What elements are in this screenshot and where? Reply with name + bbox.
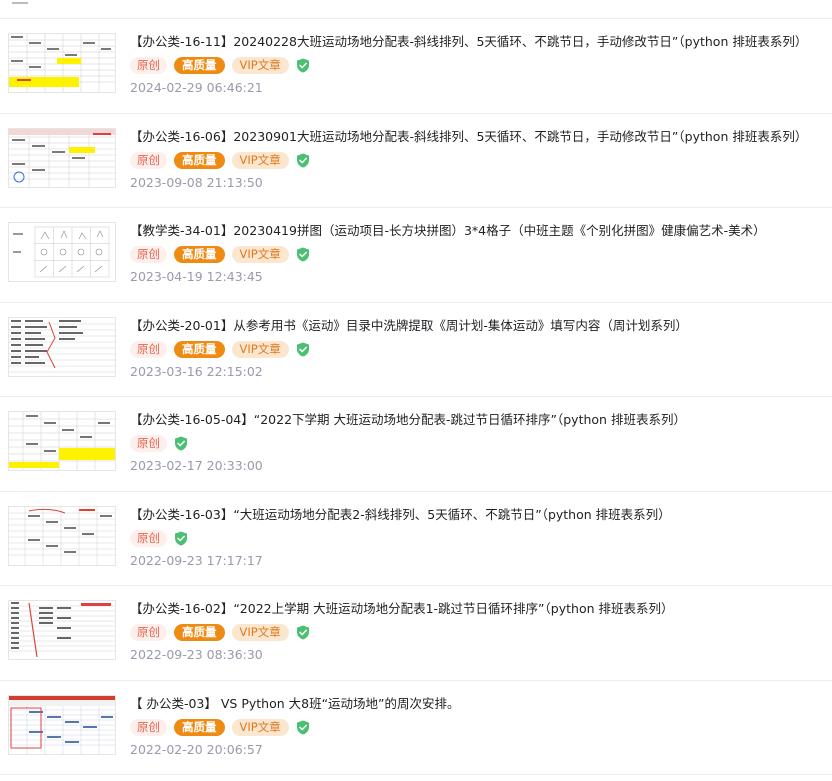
- high-quality-tag: 高质量: [174, 151, 225, 169]
- verified-shield-icon: [174, 531, 188, 546]
- high-quality-tag: 高质量: [174, 340, 225, 358]
- article-info: 【办公类-16-11】20240228大班运动场地分配表-斜线排列、5天循环、不…: [130, 33, 822, 96]
- article-info: 【办公类-20-01】从参考用书《运动》目录中洗牌提取《周计划-集体运动》填写内…: [130, 317, 822, 380]
- article-item[interactable]: 【办公类-16-05-04】“2022下学期 大班运动场地分配表-跳过节日循环排…: [0, 397, 832, 492]
- header-remnant: [12, 2, 28, 4]
- article-title[interactable]: 【办公类-16-03】“大班运动场地分配表2-斜线排列、5天循环、不跳节日”（p…: [130, 506, 822, 523]
- puzzle-grid-thumbnail-icon[interactable]: [8, 222, 116, 282]
- article-tags: 原创: [130, 434, 822, 453]
- list-sheet-thumbnail-icon[interactable]: [8, 316, 116, 377]
- article-tags: 原创: [130, 529, 822, 548]
- article-tags: 原创 高质量 VIP文章: [130, 151, 822, 170]
- article-item[interactable]: 【办公类-16-11】20240228大班运动场地分配表-斜线排列、5天循环、不…: [0, 19, 832, 114]
- high-quality-tag: 高质量: [174, 246, 225, 263]
- vip-article-tag: VIP文章: [231, 718, 289, 736]
- article-list: 【办公类-16-11】20240228大班运动场地分配表-斜线排列、5天循环、不…: [0, 19, 832, 775]
- vip-article-tag: VIP文章: [231, 340, 289, 358]
- verified-shield-icon: [296, 720, 310, 735]
- verified-shield-icon: [296, 247, 310, 262]
- article-item[interactable]: 【办公类-16-02】“2022上学期 大班运动场地分配表1-跳过节日循环排序”…: [0, 586, 832, 681]
- article-item[interactable]: 【教学类-34-01】20230419拼图（运动项目-长方块拼图）3*4格子（中…: [0, 208, 832, 303]
- verified-shield-icon: [296, 625, 310, 640]
- article-title[interactable]: 【办公类-16-11】20240228大班运动场地分配表-斜线排列、5天循环、不…: [130, 33, 822, 50]
- original-tag: 原创: [130, 624, 167, 641]
- spreadsheet-thumbnail-icon[interactable]: [8, 505, 116, 566]
- high-quality-tag: 高质量: [174, 718, 225, 736]
- article-date: 2022-09-23 08:36:30: [130, 647, 263, 662]
- original-tag: 原创: [130, 435, 167, 452]
- list-top-edge: [0, 0, 832, 19]
- article-info: 【教学类-34-01】20230419拼图（运动项目-长方块拼图）3*4格子（中…: [130, 222, 822, 285]
- article-tags: 原创 高质量 VIP文章: [130, 718, 822, 737]
- article-tags: 原创 高质量 VIP文章: [130, 340, 822, 359]
- original-tag: 原创: [130, 718, 167, 736]
- spreadsheet-thumbnail-icon[interactable]: [8, 127, 116, 188]
- article-date: 2022-09-23 17:17:17: [130, 552, 263, 568]
- original-tag: 原创: [130, 57, 167, 74]
- spreadsheet-thumbnail-icon[interactable]: [8, 33, 116, 93]
- article-title[interactable]: 【办公类-16-06】20230901大班运动场地分配表-斜线排列、5天循环、不…: [130, 128, 822, 145]
- article-item[interactable]: 【办公类-16-06】20230901大班运动场地分配表-斜线排列、5天循环、不…: [0, 114, 832, 208]
- verified-shield-icon: [296, 58, 310, 73]
- vip-article-tag: VIP文章: [231, 246, 289, 263]
- original-tag: 原创: [130, 340, 167, 358]
- article-tags: 原创 高质量 VIP文章: [130, 623, 822, 642]
- article-info: 【办公类-16-05-04】“2022下学期 大班运动场地分配表-跳过节日循环排…: [130, 411, 822, 474]
- article-date: 2023-02-17 20:33:00: [130, 458, 263, 473]
- vip-article-tag: VIP文章: [231, 57, 289, 74]
- article-title[interactable]: 【办公类-20-01】从参考用书《运动》目录中洗牌提取《周计划-集体运动》填写内…: [130, 317, 822, 334]
- article-title[interactable]: 【 办公类-03】 VS Python 大8班“运动场地”的周次安排。: [130, 695, 822, 712]
- article-item[interactable]: 【办公类-20-01】从参考用书《运动》目录中洗牌提取《周计划-集体运动》填写内…: [0, 303, 832, 397]
- article-date: 2023-09-08 21:13:50: [130, 174, 263, 190]
- article-title[interactable]: 【办公类-16-05-04】“2022下学期 大班运动场地分配表-跳过节日循环排…: [130, 411, 822, 428]
- vip-article-tag: VIP文章: [231, 151, 289, 169]
- excel-window-thumbnail-icon[interactable]: [8, 694, 116, 755]
- high-quality-tag: 高质量: [174, 57, 225, 74]
- article-title[interactable]: 【教学类-34-01】20230419拼图（运动项目-长方块拼图）3*4格子（中…: [130, 222, 822, 239]
- high-quality-tag: 高质量: [174, 624, 225, 641]
- article-date: 2023-03-16 22:15:02: [130, 363, 263, 379]
- original-tag: 原创: [130, 529, 167, 547]
- article-item[interactable]: 【办公类-16-03】“大班运动场地分配表2-斜线排列、5天循环、不跳节日”（p…: [0, 492, 832, 586]
- verified-shield-icon: [296, 153, 310, 168]
- article-info: 【办公类-16-02】“2022上学期 大班运动场地分配表1-跳过节日循环排序”…: [130, 600, 822, 663]
- spreadsheet-thumbnail-icon[interactable]: [8, 411, 116, 471]
- verified-shield-icon: [174, 436, 188, 451]
- spreadsheet-thumbnail-icon[interactable]: [8, 600, 116, 660]
- article-item[interactable]: 【 办公类-03】 VS Python 大8班“运动场地”的周次安排。 原创 高…: [0, 681, 832, 775]
- article-date: 2023-04-19 12:43:45: [130, 269, 263, 284]
- article-date: 2024-02-29 06:46:21: [130, 80, 263, 95]
- article-tags: 原创 高质量 VIP文章: [130, 56, 822, 75]
- original-tag: 原创: [130, 151, 167, 169]
- article-tags: 原创 高质量 VIP文章: [130, 245, 822, 264]
- original-tag: 原创: [130, 246, 167, 263]
- vip-article-tag: VIP文章: [231, 624, 289, 641]
- article-title[interactable]: 【办公类-16-02】“2022上学期 大班运动场地分配表1-跳过节日循环排序”…: [130, 600, 822, 617]
- article-info: 【 办公类-03】 VS Python 大8班“运动场地”的周次安排。 原创 高…: [130, 695, 822, 758]
- article-info: 【办公类-16-03】“大班运动场地分配表2-斜线排列、5天循环、不跳节日”（p…: [130, 506, 822, 569]
- verified-shield-icon: [296, 342, 310, 357]
- article-date: 2022-02-20 20:06:57: [130, 741, 263, 757]
- article-info: 【办公类-16-06】20230901大班运动场地分配表-斜线排列、5天循环、不…: [130, 128, 822, 191]
